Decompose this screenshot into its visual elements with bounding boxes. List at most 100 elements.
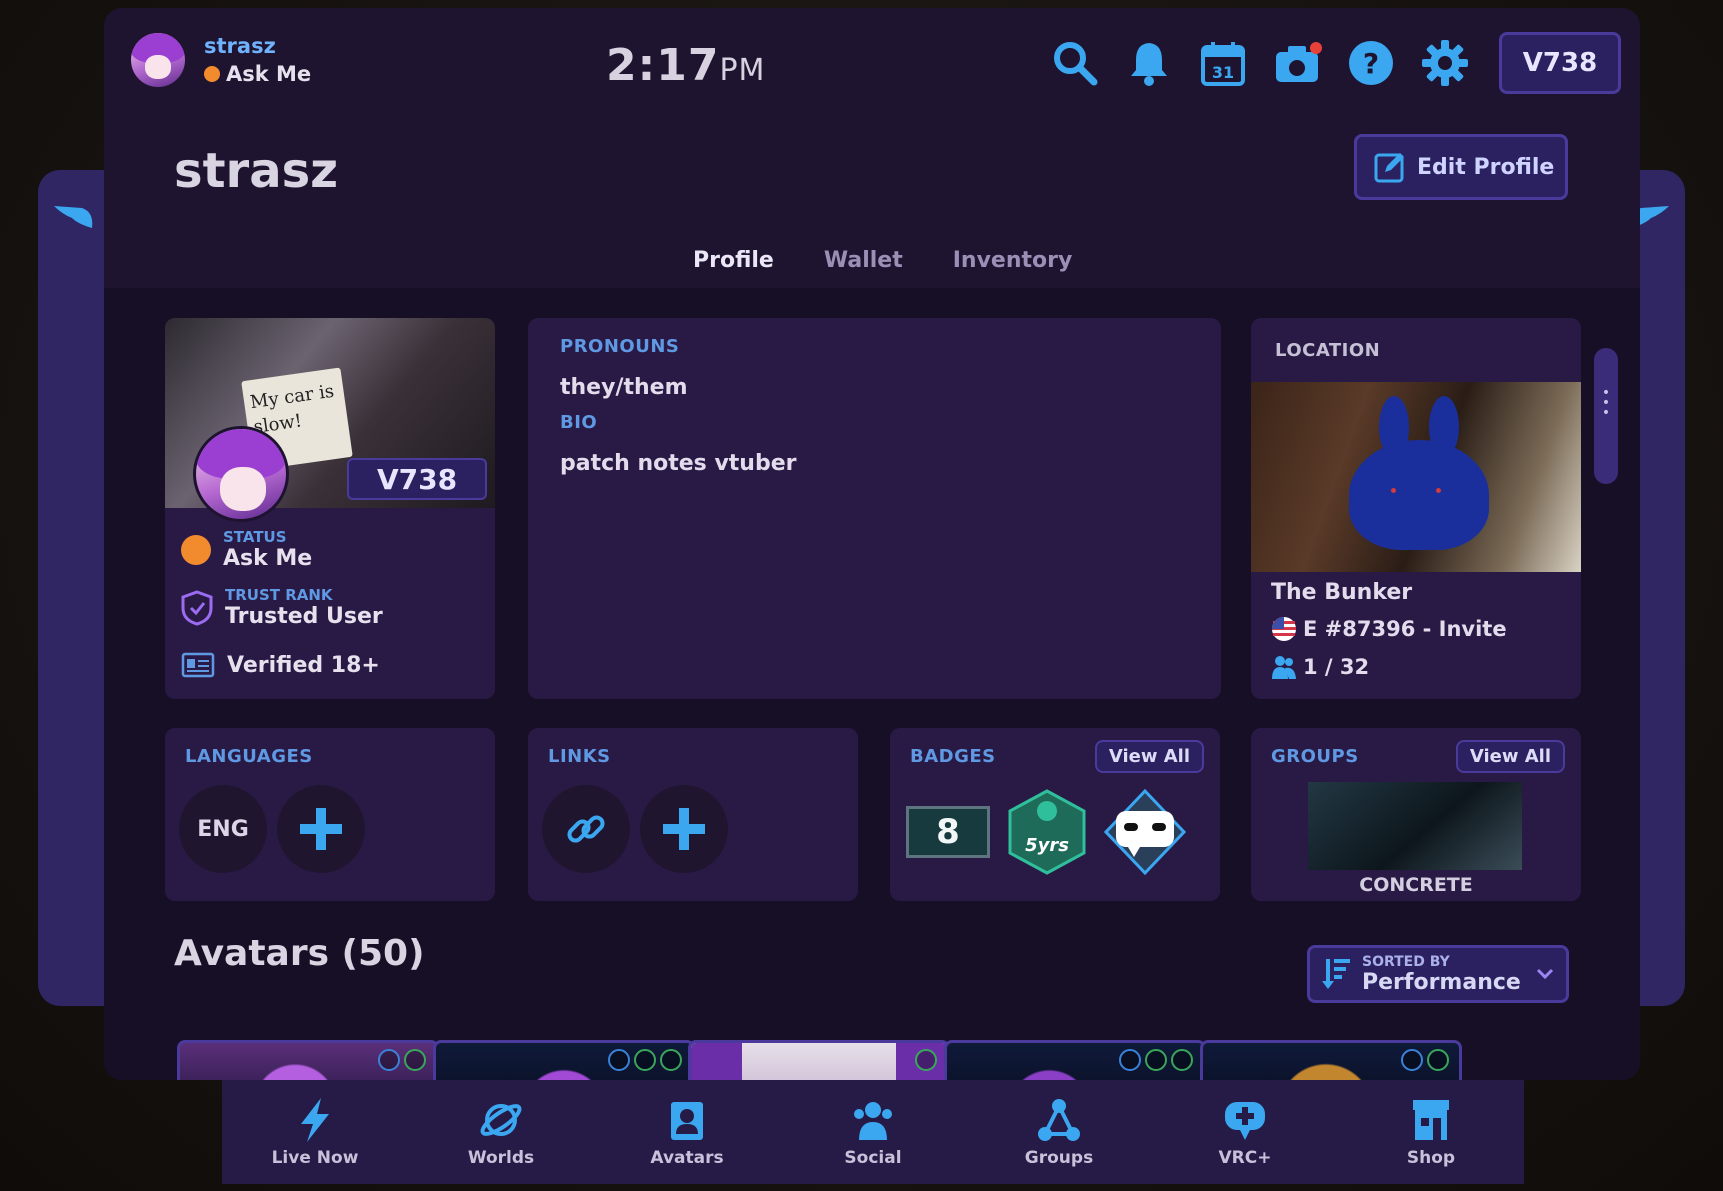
edit-profile-label: Edit Profile (1417, 154, 1555, 180)
user-status: Ask Me (204, 62, 311, 86)
link-icon (567, 815, 605, 843)
tab-wallet[interactable]: Wallet (801, 236, 925, 296)
user-summary[interactable]: strasz Ask Me (204, 34, 311, 86)
nav-groups[interactable]: Groups (966, 1080, 1152, 1184)
platform-android-icon (634, 1049, 656, 1071)
profile-avatar (193, 426, 289, 522)
nav-label: Groups (1024, 1148, 1094, 1168)
trust-rank-row: TRUST RANK Trusted User (181, 586, 383, 629)
trust-rank-value: Trusted User (225, 604, 383, 629)
wing-icon (54, 206, 93, 228)
status-value: Ask Me (223, 546, 313, 571)
links-card: LINKS (528, 728, 858, 901)
avatar-tile[interactable] (688, 1040, 950, 1080)
language-chip-eng[interactable]: ENG (179, 785, 267, 873)
add-link-button[interactable] (640, 785, 728, 873)
avatar-tile[interactable] (177, 1040, 439, 1080)
trust-rank-label: TRUST RANK (225, 586, 333, 604)
status-label: STATUS (223, 528, 287, 546)
avatar-tile[interactable] (944, 1040, 1206, 1080)
groups-view-all-button[interactable]: View All (1455, 740, 1565, 773)
avatar[interactable] (131, 33, 185, 87)
badge-years[interactable]: 5yrs (1006, 789, 1088, 875)
links-label: LINKS (548, 746, 611, 767)
nav-vrc-plus[interactable]: VRC+ (1152, 1080, 1338, 1184)
nav-social[interactable]: Social (780, 1080, 966, 1184)
tab-inventory[interactable]: Inventory (930, 236, 1095, 296)
camera-icon[interactable] (1272, 38, 1322, 88)
player-count: 1 / 32 (1303, 655, 1370, 679)
avatar-card-icon (671, 1102, 703, 1140)
bottom-nav: Live Now Worlds Avatars Social Groups VR… (222, 1080, 1524, 1184)
platform-quest-icon (404, 1049, 426, 1071)
gear-icon[interactable] (1420, 38, 1470, 88)
currency-button[interactable]: V 738 (1499, 32, 1621, 94)
nav-label: Worlds (467, 1148, 535, 1168)
languages-label: LANGUAGES (185, 746, 313, 767)
people-icon (1272, 656, 1296, 679)
nav-avatars[interactable]: Avatars (594, 1080, 780, 1184)
bell-icon[interactable] (1124, 38, 1174, 88)
avatars-title: Avatars (50) (174, 933, 425, 974)
bunny-eye (1436, 488, 1441, 493)
player-count-row: 1 / 32 (1271, 654, 1369, 680)
shop-icon (1413, 1100, 1449, 1140)
network-icon (1038, 1099, 1080, 1141)
platform-pc-icon (608, 1049, 630, 1071)
help-icon[interactable]: ? (1346, 38, 1396, 88)
nav-label: Live Now (271, 1148, 359, 1168)
bio-value: patch notes vtuber (560, 451, 797, 476)
status-dot (204, 66, 220, 82)
group-thumbnail[interactable] (1308, 782, 1522, 870)
badge-count[interactable]: 8 (906, 806, 990, 858)
currency-amount: 738 (398, 462, 458, 496)
sort-label: SORTED BY (1362, 953, 1450, 970)
nav-live-now[interactable]: Live Now (222, 1080, 408, 1184)
world-thumbnail[interactable] (1251, 382, 1581, 572)
bio-label: BIO (560, 412, 598, 433)
status-row: STATUS Ask Me (181, 528, 312, 571)
sort-icon (1322, 959, 1350, 989)
svg-text:?: ? (1363, 47, 1379, 80)
profile-card: My car is slow! V 738 STATUS Ask Me TRUST … (165, 318, 495, 699)
profile-banner-image: My car is slow! V 738 (165, 318, 495, 522)
edit-profile-button[interactable]: Edit Profile (1354, 134, 1568, 200)
badges-view-all-button[interactable]: View All (1094, 740, 1204, 773)
location-label: LOCATION (1275, 340, 1381, 361)
planet-icon (480, 1104, 522, 1136)
platform-quest-icon (1427, 1049, 1449, 1071)
group-name: CONCRETE (1359, 874, 1473, 896)
profile-tabs: Profile Wallet Inventory (671, 236, 1095, 296)
nav-worlds[interactable]: Worlds (408, 1080, 594, 1184)
bunny-eye (1391, 488, 1396, 493)
currency-amount: 738 (1542, 48, 1598, 78)
avatar-tile[interactable] (433, 1040, 695, 1080)
nav-shop[interactable]: Shop (1338, 1080, 1524, 1184)
location-card[interactable]: LOCATION The Bunker E #87396 - Invite 1 … (1251, 318, 1581, 699)
mask-badge-icon[interactable] (1104, 789, 1186, 875)
link-button[interactable] (542, 785, 630, 873)
avatar-tile[interactable] (1200, 1040, 1462, 1080)
search-icon[interactable] (1050, 38, 1100, 88)
tab-profile[interactable]: Profile (671, 236, 796, 296)
clock: 2:17PM (606, 40, 765, 91)
badge-years-label: 5yrs (1025, 835, 1069, 856)
platform-android-icon (1145, 1049, 1167, 1071)
nav-label: Shop (1406, 1148, 1456, 1168)
platform-quest-icon (915, 1049, 937, 1071)
bio-card[interactable]: PRONOUNS they/them BIO patch notes vtube… (528, 318, 1221, 699)
calendar-icon[interactable]: 31 (1198, 38, 1248, 88)
status-text: Ask Me (226, 62, 312, 86)
main-panel: strasz Ask Me 2:17PM 31 ? V 738 strasz Ed… (104, 8, 1640, 1080)
sort-dropdown[interactable]: SORTED BY Performance (1307, 945, 1569, 1003)
add-language-button[interactable] (277, 785, 365, 873)
plus-icon (663, 808, 705, 850)
more-options-icon[interactable]: • • • (1594, 386, 1618, 420)
instance-label: E #87396 - Invite (1303, 617, 1507, 641)
username: strasz (204, 34, 276, 58)
edit-icon (1374, 153, 1404, 183)
sort-value: Performance (1362, 969, 1521, 995)
platform-quest-icon (660, 1049, 682, 1071)
shield-icon (181, 589, 213, 626)
v-credit-icon: V (376, 462, 399, 496)
